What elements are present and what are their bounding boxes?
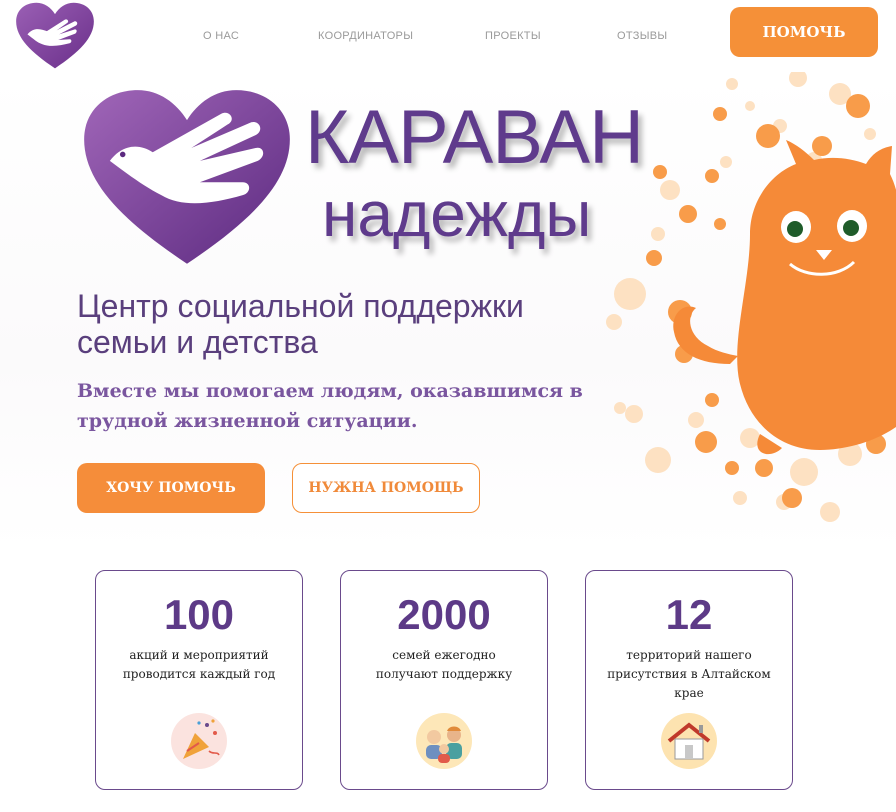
cat-illustration [606,69,896,522]
hero-tagline: Вместе мы помогаем людям, оказавшимся в … [77,380,583,432]
nav-item-coordinators[interactable]: КООРДИНАТОРЫ [318,30,413,42]
stat-number: 2000 [397,591,491,638]
need-help-button[interactable]: НУЖНА ПОМОЩЬ [292,463,480,513]
stat-number: 100 [163,591,235,638]
brand-name-line1: КАРАВАН [305,95,644,180]
stat-card-territories: 12 территорий нашего присутствия в Алтай… [585,570,793,790]
logo-heart-hand-large-icon [84,90,290,264]
help-button[interactable]: ПОМОЧЬ [730,7,878,57]
stat-card-events: 100 акций и мероприятий проводится кажды… [95,570,303,790]
logo-heart-hand-icon[interactable] [14,2,96,70]
stat-description: акций и мероприятий проводится каждый го… [122,648,276,681]
stat-description: семей ежегодно получают поддержку [375,648,513,681]
family-icon [416,713,472,769]
hero-subtitle: Центр социальной поддержки семьи и детст… [77,288,524,360]
nav-item-about[interactable]: О НАС [203,30,239,42]
party-popper-icon [171,713,227,769]
stat-number: 12 [665,591,713,638]
nav-item-reviews[interactable]: ОТЗЫВЫ [617,30,667,42]
stat-description: территорий нашего присутствия в Алтайско… [607,648,771,700]
house-icon [661,713,717,769]
brand-name-line2: надежды [322,178,592,250]
nav-item-projects[interactable]: ПРОЕКТЫ [485,30,541,42]
want-to-help-button[interactable]: ХОЧУ ПОМОЧЬ [77,463,265,513]
stat-card-families: 2000 семей ежегодно получают поддержку [340,570,548,790]
top-navigation: О НАС КООРДИНАТОРЫ ПРОЕКТЫ ОТЗЫВЫ ПОМОЧЬ [0,0,896,72]
